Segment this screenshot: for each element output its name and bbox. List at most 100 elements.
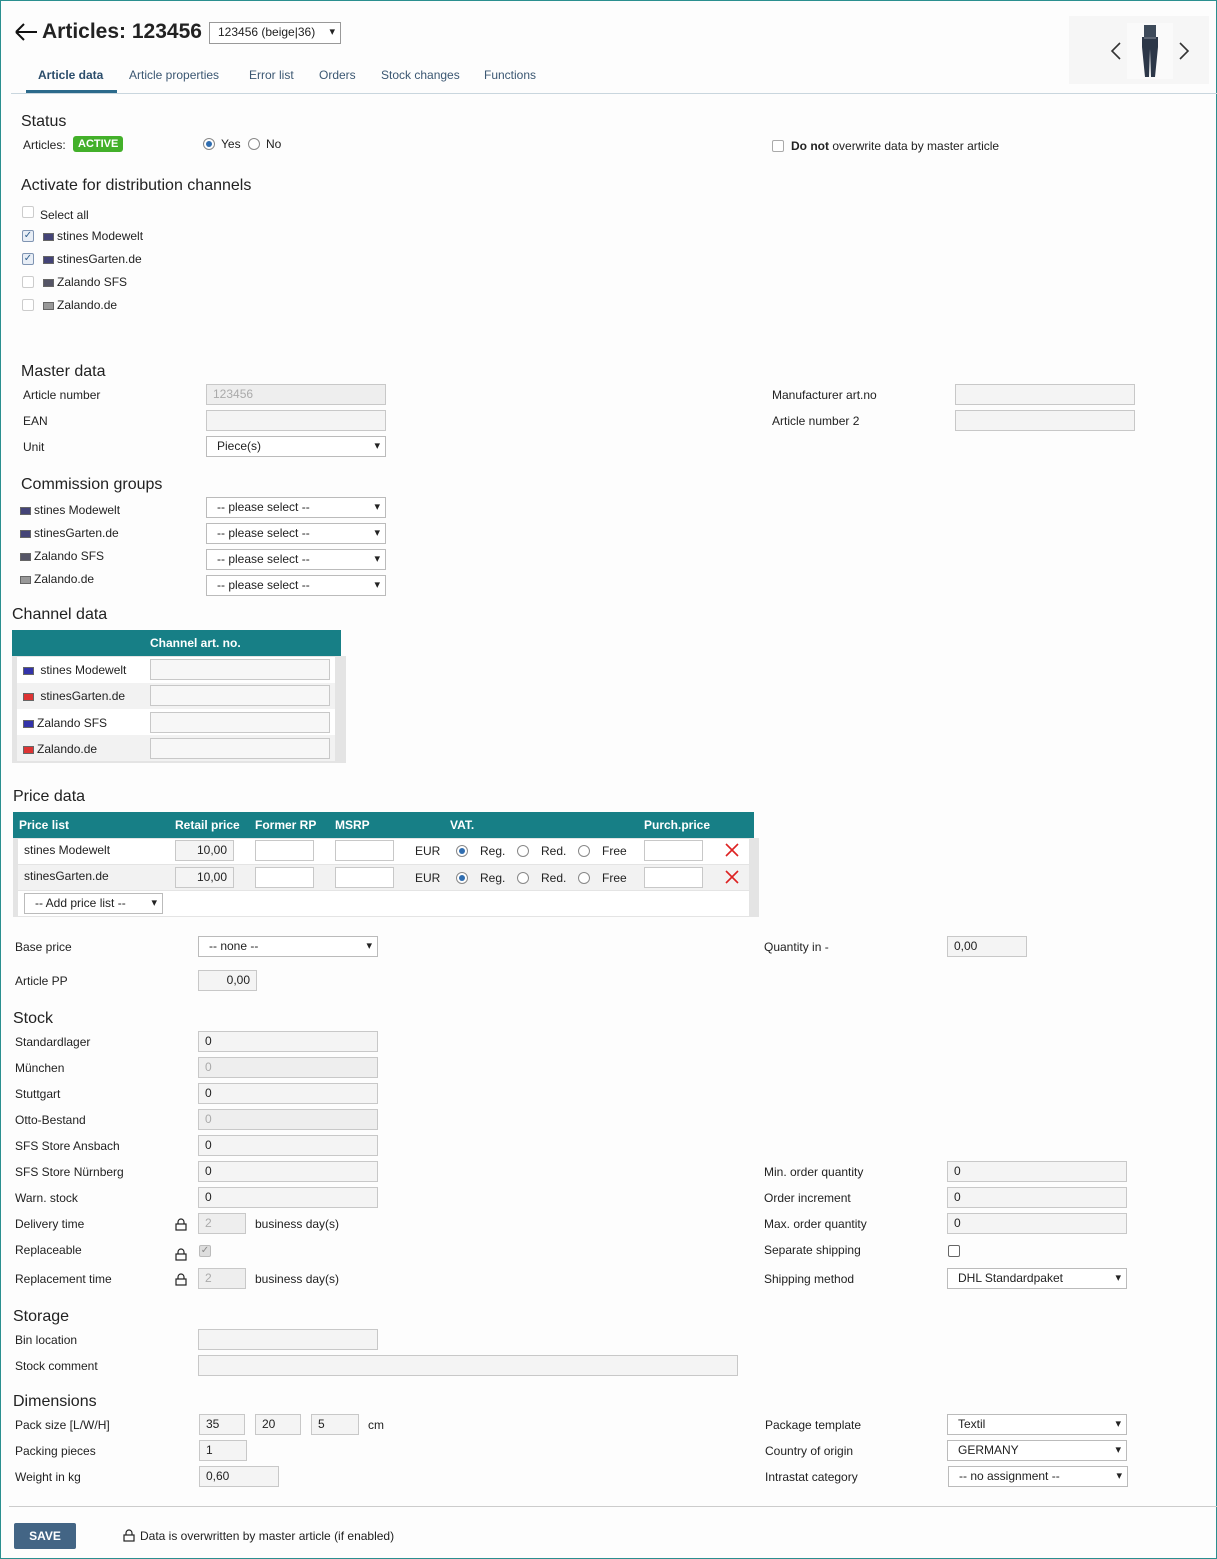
- delete-icon[interactable]: [725, 843, 739, 857]
- channel-checkbox-zalando-de[interactable]: [22, 299, 34, 311]
- prev-image-icon[interactable]: [1109, 41, 1123, 61]
- min-order-field[interactable]: 0: [947, 1161, 1127, 1182]
- package-template-label: Package template: [765, 1418, 862, 1432]
- manufacturer-field[interactable]: [955, 384, 1135, 405]
- separate-shipping-checkbox[interactable]: [948, 1245, 960, 1257]
- ean-label: EAN: [23, 414, 48, 428]
- purch-price-field[interactable]: [644, 867, 703, 888]
- stock-field[interactable]: 0: [198, 1031, 378, 1052]
- channel-checkbox-stines-modewelt[interactable]: ✓: [22, 230, 34, 242]
- chevron-down-icon: ▾: [374, 501, 380, 513]
- vat-free-radio[interactable]: [578, 845, 590, 857]
- channel-art-no-field[interactable]: [150, 738, 330, 759]
- ean-field[interactable]: [206, 410, 386, 431]
- lock-icon[interactable]: [175, 1218, 187, 1231]
- order-increment-field[interactable]: 0: [947, 1187, 1127, 1208]
- delivery-time-field[interactable]: 2: [198, 1213, 246, 1234]
- retail-price-field[interactable]: 10,00: [175, 840, 234, 861]
- tab-active-underline: [26, 90, 117, 93]
- tab-stock-changes[interactable]: Stock changes: [381, 68, 460, 82]
- quantity-in-field[interactable]: 0,00: [947, 936, 1027, 957]
- replacement-time-field[interactable]: 2: [198, 1268, 246, 1289]
- commission-select[interactable]: -- please select -- ▾: [206, 523, 386, 544]
- channel-art-no-header: Channel art. no.: [150, 636, 241, 650]
- channel-art-no-field[interactable]: [150, 685, 330, 706]
- packing-pieces-field[interactable]: 1: [199, 1440, 247, 1461]
- article-number2-field[interactable]: [955, 410, 1135, 431]
- msrp-field[interactable]: [335, 867, 394, 888]
- commission-heading: Commission groups: [21, 476, 163, 493]
- product-thumbnail[interactable]: [1127, 23, 1173, 79]
- commission-select[interactable]: -- please select -- ▾: [206, 575, 386, 596]
- active-no-radio[interactable]: [248, 138, 260, 150]
- tab-article-data[interactable]: Article data: [38, 68, 103, 82]
- chevron-down-icon: ▾: [366, 940, 372, 952]
- pack-length-field[interactable]: 35: [199, 1414, 245, 1435]
- stock-field[interactable]: 0: [198, 1135, 378, 1156]
- unit-select[interactable]: Piece(s) ▾: [206, 436, 386, 457]
- stock-field[interactable]: 0: [198, 1057, 378, 1078]
- max-order-field[interactable]: 0: [947, 1213, 1127, 1234]
- msrp-field[interactable]: [335, 840, 394, 861]
- chevron-down-icon: ▾: [374, 440, 380, 452]
- bin-location-field[interactable]: [198, 1329, 378, 1350]
- articles-label: Articles:: [23, 138, 66, 152]
- weight-field[interactable]: 0,60: [199, 1466, 279, 1487]
- select-all-checkbox[interactable]: [22, 206, 34, 218]
- former-rp-field[interactable]: [255, 867, 314, 888]
- purch-price-field[interactable]: [644, 840, 703, 861]
- channel-art-no-field[interactable]: [150, 712, 330, 733]
- channel-checkbox-stinesgarten[interactable]: ✓: [22, 253, 34, 265]
- stock-field[interactable]: 0: [198, 1109, 378, 1130]
- replaceable-checkbox[interactable]: ✓: [199, 1245, 211, 1257]
- unit-label: Unit: [23, 440, 45, 454]
- variant-select[interactable]: 123456 (beige|36) ▾: [209, 22, 341, 44]
- save-button[interactable]: SAVE: [14, 1523, 76, 1549]
- commission-select[interactable]: -- please select -- ▾: [206, 549, 386, 570]
- stock-label: München: [15, 1061, 65, 1075]
- tab-orders[interactable]: Orders: [319, 68, 356, 82]
- article-number-field[interactable]: 123456: [206, 384, 386, 405]
- commission-channel-label: stinesGarten.de: [20, 526, 119, 540]
- order-increment-label: Order increment: [764, 1191, 851, 1205]
- channel-checkbox-zalando-sfs[interactable]: [22, 276, 34, 288]
- lock-icon[interactable]: [175, 1273, 187, 1286]
- shipping-method-select[interactable]: DHL Standardpaket ▾: [947, 1268, 1127, 1289]
- stock-field[interactable]: 0: [198, 1161, 378, 1182]
- do-not-overwrite-checkbox[interactable]: [772, 140, 784, 152]
- country-of-origin-select[interactable]: GERMANY ▾: [947, 1440, 1127, 1461]
- base-price-select[interactable]: -- none -- ▾: [198, 936, 378, 957]
- back-arrow-icon[interactable]: [13, 21, 39, 43]
- dimensions-heading: Dimensions: [13, 1393, 97, 1410]
- vat-reg-radio[interactable]: [456, 872, 468, 884]
- tab-functions[interactable]: Functions: [484, 68, 536, 82]
- chevron-down-icon: ▾: [1115, 1418, 1121, 1430]
- lock-icon[interactable]: [175, 1248, 187, 1261]
- add-price-list-select[interactable]: -- Add price list -- ▾: [24, 893, 163, 914]
- commission-select[interactable]: -- please select -- ▾: [206, 497, 386, 518]
- tab-article-properties[interactable]: Article properties: [129, 68, 219, 82]
- stock-label: Stuttgart: [15, 1087, 61, 1101]
- vat-red-radio[interactable]: [517, 845, 529, 857]
- delete-icon[interactable]: [725, 870, 739, 884]
- active-yes-radio[interactable]: [203, 138, 215, 150]
- vat-red-radio[interactable]: [517, 872, 529, 884]
- business-days-label: business day(s): [255, 1272, 340, 1286]
- pack-width-field[interactable]: 20: [255, 1414, 301, 1435]
- stock-label: Standardlager: [15, 1035, 91, 1049]
- pack-height-field[interactable]: 5: [311, 1414, 359, 1435]
- stock-comment-field[interactable]: [198, 1355, 738, 1376]
- stock-field[interactable]: 0: [198, 1083, 378, 1104]
- vat-free-radio[interactable]: [578, 872, 590, 884]
- package-template-select[interactable]: Textil ▾: [947, 1414, 1127, 1435]
- former-rp-field[interactable]: [255, 840, 314, 861]
- warn-stock-field[interactable]: 0: [198, 1187, 378, 1208]
- country-of-origin-label: Country of origin: [765, 1444, 854, 1458]
- retail-price-field[interactable]: 10,00: [175, 867, 234, 888]
- article-pp-field[interactable]: 0,00: [198, 970, 257, 991]
- tab-error-list[interactable]: Error list: [249, 68, 294, 82]
- intrastat-select[interactable]: -- no assignment -- ▾: [948, 1466, 1128, 1487]
- next-image-icon[interactable]: [1177, 41, 1191, 61]
- vat-reg-radio[interactable]: [456, 845, 468, 857]
- channel-art-no-field[interactable]: [150, 659, 330, 680]
